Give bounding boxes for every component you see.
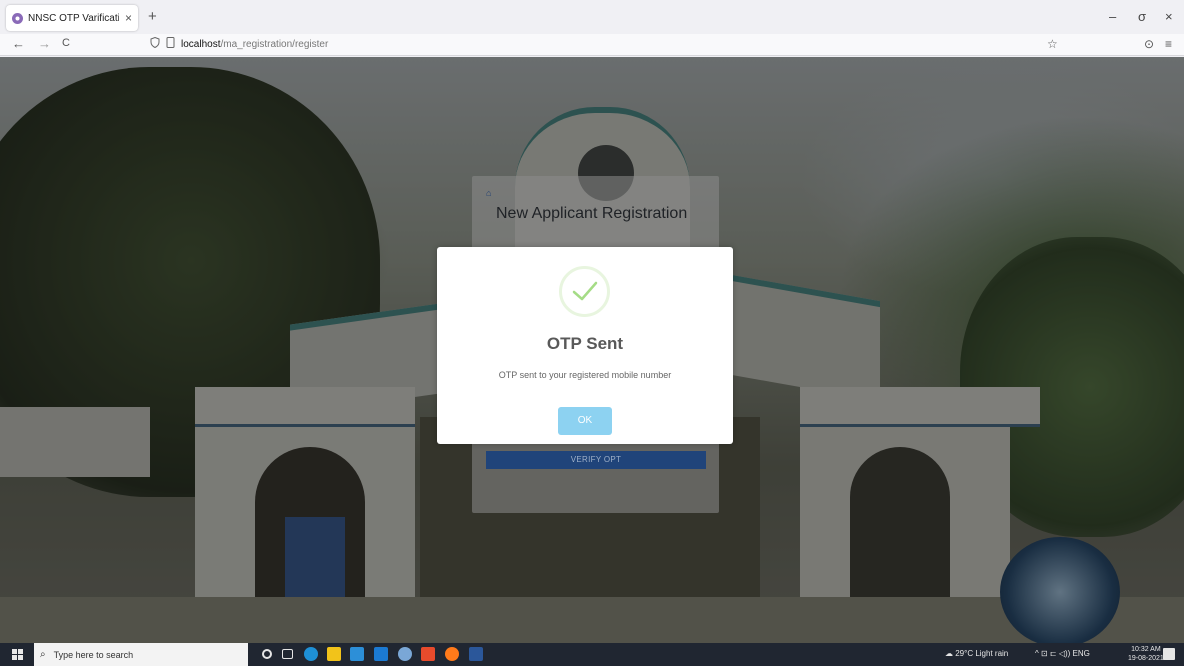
sublime-icon[interactable] <box>421 647 435 661</box>
address-bar[interactable]: localhost/ma_registration/register <box>150 36 329 51</box>
tracking-shield-icon[interactable] <box>150 36 160 51</box>
clock-date: 19-08-2021 <box>1128 655 1164 662</box>
new-tab-button[interactable]: + <box>148 8 157 25</box>
dialog-message: OTP sent to your registered mobile numbe… <box>498 370 672 380</box>
screen: NNSC OTP Varification × + – σ × ← → C lo… <box>0 0 1184 666</box>
forward-button[interactable]: → <box>38 36 51 51</box>
registration-title: New Applicant Registration <box>496 205 688 222</box>
page-info-icon[interactable] <box>166 37 175 51</box>
edge-browser-icon[interactable] <box>304 647 318 661</box>
taskbar: ⌕ Type here to search ☁ 29°C Light rain … <box>0 643 1184 666</box>
weather-text: 29°C Light rain <box>955 649 1009 658</box>
search-placeholder: Type here to search <box>53 649 134 660</box>
home-icon[interactable]: ⌂ <box>486 188 491 198</box>
otp-sent-dialog: OTP Sent OTP sent to your registered mob… <box>437 247 733 444</box>
mail-icon[interactable] <box>374 647 388 661</box>
reload-button[interactable]: C <box>62 37 70 49</box>
window-close-button[interactable]: × <box>1165 9 1173 24</box>
url-path: /ma_registration/register <box>220 38 329 50</box>
browser-tab[interactable]: NNSC OTP Varification × <box>6 5 138 31</box>
browser-navbar: ← → C localhost/ma_registration/register… <box>0 34 1184 56</box>
window-minimize-button[interactable]: – <box>1109 9 1116 24</box>
taskbar-clock[interactable]: 10:32 AM 19-08-2021 <box>1128 645 1164 663</box>
windows-start-icon[interactable] <box>12 649 23 660</box>
task-view-icon[interactable] <box>282 649 293 659</box>
site-favicon-icon <box>12 12 23 24</box>
ok-button[interactable]: OK <box>558 407 612 435</box>
search-icon: ⌕ <box>40 649 46 660</box>
verify-otp-button[interactable]: VERIFY OPT <box>486 451 706 469</box>
weather-widget[interactable]: ☁ 29°C Light rain <box>945 649 1008 658</box>
firefox-icon[interactable] <box>445 647 459 661</box>
clock-time: 10:32 AM <box>1131 646 1161 653</box>
word-icon[interactable] <box>469 647 483 661</box>
tab-close-icon[interactable]: × <box>125 11 132 25</box>
url-host: localhost <box>181 38 221 50</box>
dialog-title: OTP Sent <box>546 334 624 353</box>
browser-tabstrip: NNSC OTP Varification × + – σ × <box>0 0 1184 34</box>
back-button[interactable]: ← <box>12 36 25 51</box>
window-maximize-button[interactable]: σ <box>1138 9 1146 24</box>
taskbar-search-box[interactable]: ⌕ Type here to search <box>34 643 248 666</box>
cortana-icon[interactable] <box>262 649 272 659</box>
app-icon[interactable] <box>398 647 412 661</box>
system-tray-icons[interactable]: ^ ⊡ ⊏ ◁)) ENG <box>1035 649 1090 658</box>
notification-icon[interactable] <box>1163 648 1175 660</box>
bookmark-star-icon[interactable]: ☆ <box>1047 37 1058 51</box>
menu-icon[interactable]: ≡ <box>1165 37 1172 51</box>
file-explorer-icon[interactable] <box>327 647 341 661</box>
tab-title: NNSC OTP Varification <box>28 12 119 24</box>
store-icon[interactable] <box>350 647 364 661</box>
success-check-icon <box>559 266 610 317</box>
page-background: ⌂ New Applicant Registration VERIFY OPT … <box>0 57 1184 643</box>
pocket-icon[interactable]: ⊙ <box>1144 37 1154 51</box>
